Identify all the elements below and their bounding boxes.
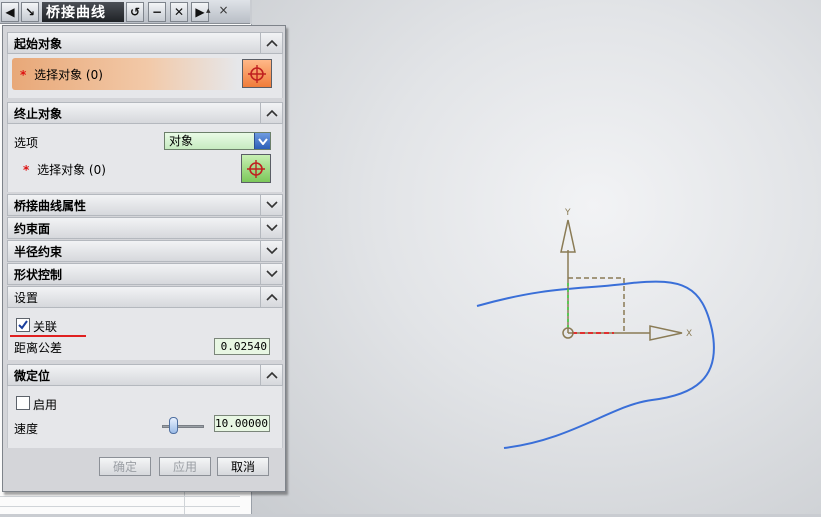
chevron-down-icon[interactable]	[254, 133, 270, 149]
chevron-down-icon[interactable]	[260, 241, 282, 261]
chevron-down-icon[interactable]	[260, 195, 282, 215]
speed-label: 速度	[14, 422, 39, 436]
distance-tolerance-label: 距离公差	[14, 341, 63, 355]
x-axis-arrow	[649, 325, 683, 341]
option-label: 选项	[14, 136, 39, 150]
speed-field[interactable]: 10.00000	[214, 415, 270, 432]
shape-control-header[interactable]: 形状控制	[7, 263, 283, 285]
distance-tolerance-field[interactable]: 0.02540	[214, 338, 270, 355]
chevron-down-icon[interactable]	[260, 264, 282, 284]
chevron-up-icon[interactable]	[260, 103, 282, 123]
fine-position-header[interactable]: 微定位	[7, 364, 283, 386]
ok-button[interactable]: 确定	[99, 457, 151, 476]
chevron-up-icon[interactable]	[260, 33, 282, 53]
chevron-down-icon[interactable]	[260, 218, 282, 238]
y-axis-arrow	[560, 219, 576, 253]
graphics-viewport[interactable]: Y X	[252, 0, 821, 514]
start-object-body: * 选择对象 (0)	[7, 54, 283, 98]
viewport-svg: Y X	[476, 208, 715, 449]
bridge-curve	[476, 280, 715, 449]
x-axis-label: X	[686, 329, 692, 339]
dialog-tab-strip: ◀ ↘ 桥接曲线 ↺ − ✕ ▶ ▴ ×	[0, 0, 250, 24]
crosshair-icon	[248, 64, 266, 83]
settings-header[interactable]: 设置	[7, 286, 283, 308]
enable-checkbox[interactable]	[16, 396, 30, 410]
minimize-icon[interactable]: −	[148, 2, 166, 22]
chevron-up-icon[interactable]	[260, 365, 282, 385]
end-object-header[interactable]: 终止对象	[7, 102, 283, 124]
option-dropdown[interactable]: 对象	[164, 132, 271, 150]
associative-label: 关联	[33, 320, 58, 334]
bridge-curve-dialog: 起始对象 * 选择对象 (0) 终止对象 选项 对象 * 选择对象 (0) 桥接…	[2, 25, 286, 492]
apply-button[interactable]: 应用	[159, 457, 211, 476]
associative-underline	[10, 335, 86, 337]
bridge-curve-properties-header[interactable]: 桥接曲线属性	[7, 194, 283, 216]
required-mark: *	[20, 68, 27, 82]
required-mark: *	[23, 163, 30, 177]
prev-tab-button[interactable]: ◀	[1, 2, 19, 22]
checkmark-icon	[18, 320, 28, 330]
start-select-label: 选择对象 (0)	[34, 68, 103, 82]
associative-checkbox[interactable]	[16, 318, 30, 332]
reset-icon[interactable]: ↺	[126, 2, 144, 22]
crosshair-icon	[247, 159, 265, 178]
pin-icon[interactable]: ↘	[21, 2, 39, 22]
enable-label: 启用	[33, 398, 58, 412]
start-object-header[interactable]: 起始对象	[7, 32, 283, 54]
collapse-icon[interactable]: ▴	[206, 6, 211, 16]
speed-slider-thumb[interactable]	[168, 417, 178, 434]
end-select-button[interactable]	[241, 154, 271, 183]
constraint-face-header[interactable]: 约束面	[7, 217, 283, 239]
chevron-up-icon[interactable]	[260, 287, 282, 307]
close-icon[interactable]: ×	[219, 4, 229, 16]
end-select-label: 选择对象 (0)	[37, 163, 106, 177]
y-axis-label: Y	[564, 208, 571, 218]
dialog-title: 桥接曲线	[42, 2, 124, 22]
radius-constraint-header[interactable]: 半径约束	[7, 240, 283, 262]
close-dialog-icon[interactable]: ✕	[170, 2, 188, 22]
start-select-button[interactable]	[242, 59, 272, 88]
cancel-button[interactable]: 取消	[217, 457, 269, 476]
